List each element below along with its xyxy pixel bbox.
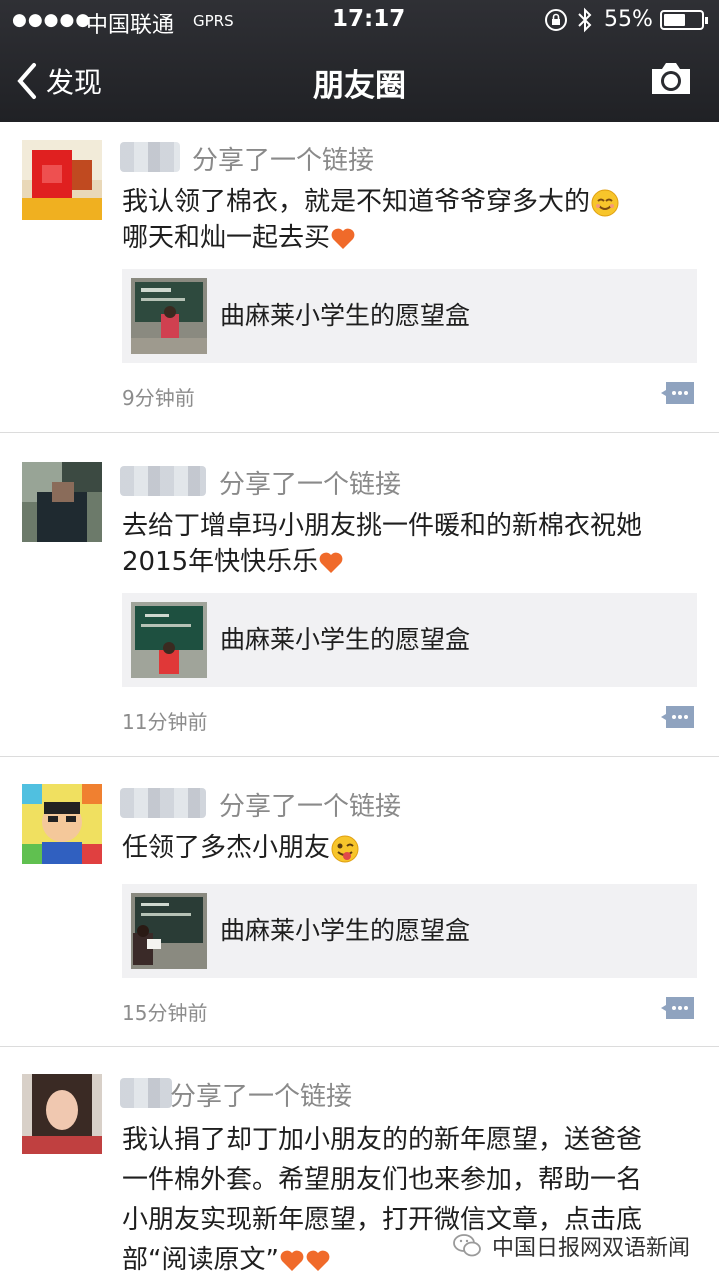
avatar[interactable] <box>22 140 102 220</box>
moments-feed: 分享了一个链接 我认领了棉衣，就是不知道爷爷穿多大的 哪天和灿一起去买 曲麻莱小… <box>0 122 719 1280</box>
network-type: GPRS <box>193 12 234 30</box>
heart-icon <box>319 552 343 573</box>
camera-icon[interactable] <box>648 58 694 98</box>
page-title: 朋友圈 <box>313 68 406 104</box>
link-thumbnail <box>131 602 207 678</box>
avatar[interactable] <box>22 784 102 864</box>
heart-icon <box>331 228 355 249</box>
signal-strength: ●●●●● <box>12 10 92 30</box>
heart-icon <box>306 1250 330 1271</box>
battery-icon <box>660 10 708 30</box>
status-bar: ●●●●● 中国联通 GPRS 17:17 55% <box>0 0 719 40</box>
smile-emoji-icon <box>591 189 619 216</box>
user-name-blurred[interactable] <box>120 142 180 172</box>
avatar[interactable] <box>22 462 102 542</box>
wechat-logo-icon <box>453 1234 481 1257</box>
post-time: 11分钟前 <box>122 710 208 734</box>
watermark: 中国日报网双语新闻 <box>452 1230 690 1262</box>
post-time: 9分钟前 <box>122 386 195 410</box>
post-time: 15分钟前 <box>122 1001 208 1025</box>
comment-icon[interactable] <box>660 995 696 1021</box>
user-name-blurred[interactable] <box>120 788 206 818</box>
user-name-blurred[interactable] <box>120 1078 172 1108</box>
feed-post: 分享了一个链接 我认领了棉衣，就是不知道爷爷穿多大的 哪天和灿一起去买 曲麻莱小… <box>0 122 719 433</box>
feed-post: 分享了一个链接 去给丁增卓玛小朋友挑一件暖和的新棉衣祝她 2015年快快乐乐 曲… <box>0 434 719 757</box>
heart-icon <box>280 1250 304 1271</box>
link-thumbnail <box>131 893 207 969</box>
share-action-text: 分享了一个链接 <box>219 470 402 500</box>
feed-post: 分享了一个链接 任领了多杰小朋友 曲麻莱小学生的愿望盒 15分钟前 <box>0 758 719 1047</box>
wink-tongue-emoji-icon <box>331 835 359 862</box>
link-title: 曲麻莱小学生的愿望盒 <box>220 625 471 654</box>
link-title: 曲麻莱小学生的愿望盒 <box>220 301 471 330</box>
battery-percent: 55% <box>604 7 653 32</box>
status-time: 17:17 <box>332 6 406 32</box>
share-action-text: 分享了一个链接 <box>192 146 375 176</box>
carrier-name: 中国联通 <box>86 13 175 38</box>
avatar[interactable] <box>22 1074 102 1154</box>
comment-icon[interactable] <box>660 380 696 406</box>
link-title: 曲麻莱小学生的愿望盒 <box>220 916 471 945</box>
comment-icon[interactable] <box>660 704 696 730</box>
shared-link-card[interactable]: 曲麻莱小学生的愿望盒 <box>122 593 697 687</box>
watermark-text: 中国日报网双语新闻 <box>492 1236 691 1261</box>
user-name-blurred[interactable] <box>120 466 206 496</box>
post-text: 去给丁增卓玛小朋友挑一件暖和的新棉衣祝她 2015年快快乐乐 <box>122 511 643 577</box>
post-text: 我认领了棉衣，就是不知道爷爷穿多大的 哪天和灿一起去买 <box>122 184 707 256</box>
shared-link-card[interactable]: 曲麻莱小学生的愿望盒 <box>122 269 697 363</box>
rotation-lock-icon <box>545 9 567 31</box>
link-thumbnail <box>131 278 207 354</box>
top-bar: ●●●●● 中国联通 GPRS 17:17 55% 发现 朋友圈 <box>0 0 719 122</box>
bluetooth-icon <box>578 7 592 33</box>
post-text: 任领了多杰小朋友 <box>122 830 707 866</box>
share-action-text: 分享了一个链接 <box>219 792 402 822</box>
share-action-text: 分享了一个链接 <box>170 1082 353 1112</box>
shared-link-card[interactable]: 曲麻莱小学生的愿望盒 <box>122 884 697 978</box>
navigation-bar: 发现 朋友圈 <box>0 42 719 122</box>
